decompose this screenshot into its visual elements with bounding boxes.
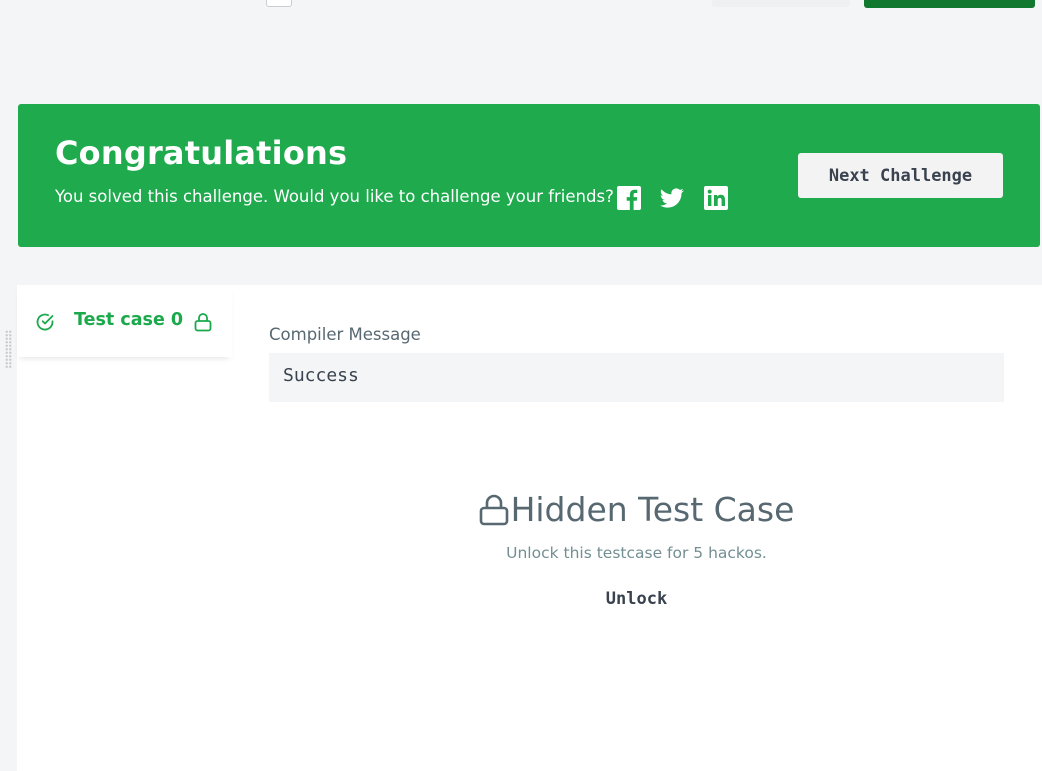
top-checkbox[interactable] [266, 0, 292, 7]
lock-icon [479, 494, 508, 525]
facebook-icon[interactable] [617, 186, 641, 210]
hidden-test-case-title: Hidden Test Case [479, 490, 795, 529]
congratulations-banner: Congratulations You solved this challeng… [18, 104, 1040, 247]
next-challenge-button[interactable]: Next Challenge [798, 153, 1003, 198]
compiler-message-output: Success [269, 353, 1004, 402]
drag-handle[interactable] [5, 330, 12, 368]
top-submit-button[interactable] [864, 0, 1035, 8]
hidden-test-case-section: Hidden Test Case Unlock this testcase fo… [269, 490, 1004, 610]
top-secondary-button[interactable] [712, 0, 850, 7]
compiler-message-label: Compiler Message [269, 325, 421, 344]
twitter-icon[interactable] [660, 186, 684, 210]
hidden-title-text: Hidden Test Case [510, 490, 795, 529]
tab-test-case-0[interactable]: Test case 0 [17, 285, 232, 357]
check-circle-icon [35, 312, 55, 332]
linkedin-icon[interactable] [704, 186, 728, 210]
banner-message: You solved this challenge. Would you lik… [55, 187, 614, 206]
hidden-test-case-subtitle: Unlock this testcase for 5 hackos. [506, 543, 767, 562]
unlock-button[interactable]: Unlock [600, 588, 673, 610]
banner-title: Congratulations [55, 134, 348, 172]
test-case-label: Test case 0 [74, 310, 184, 330]
test-results-panel: Test case 0 Compiler Message Success Hid… [17, 285, 1042, 771]
lock-icon [194, 312, 212, 332]
page: Congratulations You solved this challeng… [0, 0, 1042, 771]
